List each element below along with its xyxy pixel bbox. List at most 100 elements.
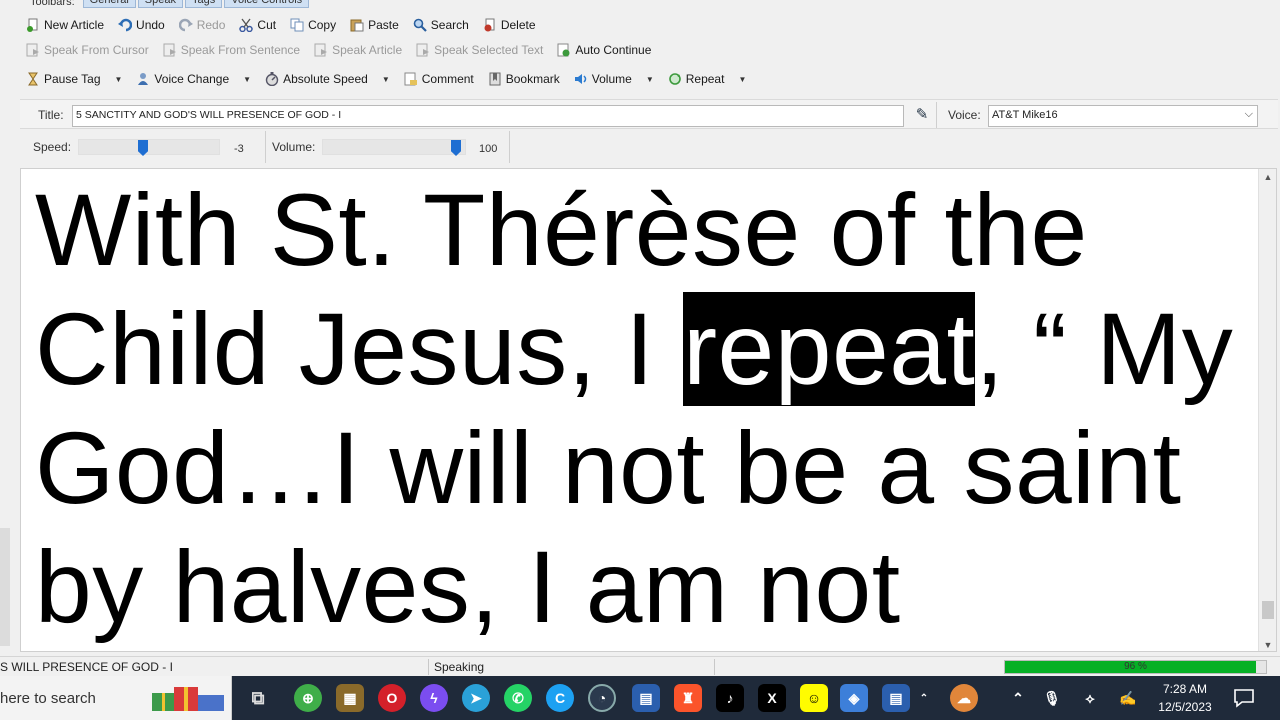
undo-label: Undo [136, 18, 165, 32]
divider [936, 102, 937, 128]
speed-slider[interactable] [78, 139, 220, 156]
article-text-area[interactable]: With St. Thérèse of the Child Jesus, I r… [20, 168, 1277, 652]
copy-button[interactable]: Copy [290, 18, 336, 32]
speak-from-cursor-icon [26, 43, 40, 57]
tab-voice-controls[interactable]: Voice Controls [224, 0, 310, 8]
speak-selected-text-icon [416, 43, 430, 57]
pen-input-icon[interactable]: ✍ [1114, 684, 1142, 712]
scrollbar-thumb[interactable] [1262, 601, 1274, 619]
divider [714, 659, 715, 675]
speak-from-cursor-button[interactable]: Speak From Cursor [26, 43, 149, 57]
delete-icon [483, 18, 497, 32]
undo-button[interactable]: Undo [118, 18, 165, 32]
redo-label: Redo [196, 18, 226, 32]
chevron-down-icon[interactable]: ▼ [646, 75, 654, 84]
tab-general[interactable]: General [82, 0, 136, 8]
chevron-down-icon[interactable]: ▼ [115, 75, 123, 84]
opera-icon[interactable]: O [378, 684, 406, 712]
volume-button[interactable]: Volume ▼ [574, 72, 654, 86]
voice-change-button[interactable]: Voice Change ▼ [136, 72, 251, 86]
new-article-button[interactable]: New Article [26, 18, 104, 32]
redo-button[interactable]: Redo [178, 18, 226, 32]
speed-slider-thumb[interactable] [138, 140, 148, 156]
speak-article-button[interactable]: Speak Article [314, 43, 402, 57]
status-article: S WILL PRESENCE OF GOD - I [0, 660, 173, 674]
voice-select[interactable]: AT&T Mike16 ⌵ [988, 105, 1258, 127]
telegram-icon[interactable]: ➤ [462, 684, 490, 712]
absolute-speed-button[interactable]: Absolute Speed ▼ [265, 72, 390, 87]
vertical-scrollbar[interactable]: ▲ ▼ [1258, 169, 1276, 651]
messenger-icon[interactable]: ϟ [420, 684, 448, 712]
delete-button[interactable]: Delete [483, 18, 536, 32]
title-label: Title: [38, 108, 64, 122]
paste-label: Paste [368, 18, 399, 32]
new-article-label: New Article [44, 18, 105, 32]
tab-tags[interactable]: Tags [184, 0, 223, 8]
auto-continue-icon [557, 43, 571, 57]
network-app-icon[interactable]: ◈ [840, 684, 868, 712]
snapchat-icon[interactable]: ☺ [800, 684, 828, 712]
scroll-up-icon[interactable]: ▲ [1259, 169, 1276, 185]
notification-icon[interactable] [1232, 686, 1256, 710]
taskbar-clock[interactable]: 7:28 AM 12/5/2023 [1148, 680, 1222, 716]
volume-slider[interactable] [322, 139, 466, 156]
app-green-icon[interactable]: ⊕ [294, 684, 322, 712]
taskbar-search[interactable]: here to search [0, 676, 232, 720]
paste-button[interactable]: Paste [350, 18, 399, 32]
search-button[interactable]: Search [413, 18, 469, 32]
volume-slider-thumb[interactable] [451, 140, 461, 156]
pause-tag-button[interactable]: Pause Tag ▼ [26, 72, 122, 86]
text-reader-icon[interactable]: ▤ [632, 684, 660, 712]
chevron-down-icon[interactable]: ▼ [243, 75, 251, 84]
brave-icon[interactable]: ♜ [674, 684, 702, 712]
tags-toolbar: Pause Tag ▼ Voice Change ▼ Absolute Spee… [26, 68, 760, 90]
x-icon[interactable]: X [758, 684, 786, 712]
scroll-down-icon[interactable]: ▼ [1259, 637, 1276, 651]
bookmark-icon [488, 72, 502, 86]
chevron-down-icon[interactable]: ▼ [738, 75, 746, 84]
speed-volume-row: Speed: -3 Volume: 100 [20, 131, 1278, 164]
status-bar: S WILL PRESENCE OF GOD - I Speaking 96 % [0, 656, 1280, 676]
left-edge-strip [0, 528, 10, 646]
microphone-icon[interactable]: 🎙 [1038, 684, 1066, 712]
weather-icon[interactable]: ☁ [950, 684, 978, 712]
cut-button[interactable]: Cut [239, 18, 276, 33]
tray-chevron-icon[interactable]: ⌃ [916, 684, 932, 712]
text-reader-2-icon[interactable]: ▤ [882, 684, 910, 712]
network-icon[interactable]: ⟡ [1076, 684, 1104, 712]
clock-time: 7:28 AM [1162, 682, 1208, 696]
speak-toolbar: Speak From Cursor Speak From Sentence Sp… [26, 39, 665, 61]
pause-tag-label: Pause Tag [44, 72, 101, 86]
speak-from-sentence-icon [163, 43, 177, 57]
whatsapp-icon[interactable]: ✆ [504, 684, 532, 712]
auto-continue-button[interactable]: Auto Continue [557, 43, 651, 57]
toolbars-label: Toolbars: [30, 0, 75, 8]
search-placeholder: here to search [0, 690, 96, 707]
speed-value: -3 [234, 143, 244, 155]
tiktok-icon[interactable]: ♪ [716, 684, 744, 712]
show-hidden-icons[interactable]: ⌃ [1004, 684, 1032, 712]
speak-selected-text-button[interactable]: Speak Selected Text [416, 43, 543, 57]
divider [265, 131, 266, 163]
current-word-highlight: repeat [683, 292, 976, 406]
speak-from-sentence-button[interactable]: Speak From Sentence [163, 43, 300, 57]
tab-speak[interactable]: Speak [137, 0, 183, 8]
bookmark-button[interactable]: Bookmark [488, 72, 560, 86]
new-article-icon [26, 18, 40, 32]
film-icon[interactable]: ▦ [336, 684, 364, 712]
repeat-button[interactable]: Repeat ▼ [668, 72, 746, 86]
task-view-icon[interactable]: ⧉ [244, 684, 272, 712]
voice-change-label: Voice Change [154, 72, 230, 86]
toolbar-tabs: Toolbars: General Speak Tags Voice Contr… [0, 0, 311, 8]
voice-label: Voice: [948, 108, 981, 122]
comment-button[interactable]: Comment [404, 72, 474, 86]
pen-icon[interactable]: ✎ [912, 105, 932, 125]
browser-c-icon[interactable]: C [546, 684, 574, 712]
chevron-down-icon[interactable]: ▼ [382, 75, 390, 84]
title-input[interactable]: 5 SANCTITY AND GOD'S WILL PRESENCE OF GO… [72, 105, 904, 127]
speak-from-sentence-label: Speak From Sentence [180, 43, 301, 57]
speak-selected-text-label: Speak Selected Text [434, 43, 544, 57]
taskbar: here to search ⧉ ⊕ ▦ O ϟ ➤ ✆ C ◔ ▤ ♜ ♪ X… [0, 676, 1280, 720]
speed-dial-icon[interactable]: ◔ [588, 684, 616, 712]
volume-label: Volume [591, 72, 632, 86]
